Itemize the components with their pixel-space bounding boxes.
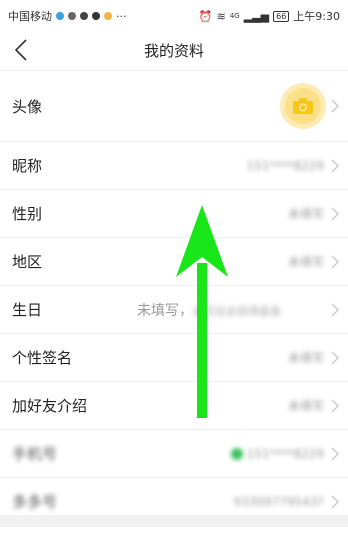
status-bar: 中国移动 ··· ⏰ ≋ 4G ▂▃▅ 66 上午9:30 bbox=[0, 0, 348, 30]
status-bar-left: 中国移动 ··· bbox=[8, 8, 127, 24]
row-label: 加好友介绍 bbox=[12, 397, 88, 415]
row-label: 性别 bbox=[12, 205, 43, 223]
duoduo-id-value: 93309779543? bbox=[233, 494, 324, 509]
carrier-label: 中国移动 bbox=[8, 10, 52, 23]
chevron-right-icon bbox=[331, 207, 339, 220]
chevron-right-icon bbox=[331, 255, 339, 268]
camera-icon bbox=[293, 98, 313, 114]
row-avatar[interactable]: 头像 bbox=[0, 71, 348, 142]
row-label: 昵称 bbox=[12, 157, 43, 175]
chevron-right-icon bbox=[331, 159, 339, 172]
row-label: 地区 bbox=[12, 253, 43, 271]
status-bar-right: ⏰ ≋ 4G ▂▃▅ 66 上午9:30 bbox=[199, 8, 340, 24]
chevron-right-icon bbox=[331, 495, 339, 508]
birthday-value-text: 未填写， bbox=[137, 302, 193, 319]
row-friend-intro[interactable]: 加好友介绍 未填写 bbox=[0, 382, 348, 430]
more-notifications-icon: ··· bbox=[116, 9, 127, 23]
chevron-right-icon bbox=[331, 351, 339, 364]
phone-number: 151****8229 bbox=[246, 446, 324, 461]
nickname-value: 151****8229 bbox=[246, 158, 324, 173]
row-nickname[interactable]: 昵称 151****8229 bbox=[0, 142, 348, 190]
chevron-right-icon bbox=[331, 399, 339, 412]
battery-icon: 66 bbox=[273, 10, 290, 22]
friend-intro-value: 未填写 bbox=[287, 399, 324, 413]
row-region[interactable]: 地区 未填写 bbox=[0, 238, 348, 286]
phone-badge-icon bbox=[230, 447, 243, 460]
signal-icon: ▂▃▅ bbox=[243, 9, 270, 23]
row-label: 个性签名 bbox=[12, 349, 73, 367]
row-phone[interactable]: 手机号 151****8229 bbox=[0, 430, 348, 478]
chevron-right-icon bbox=[331, 99, 339, 113]
region-value: 未填写 bbox=[287, 255, 324, 269]
next-section bbox=[0, 527, 348, 538]
row-signature[interactable]: 个性签名 未填写 bbox=[0, 334, 348, 382]
avatar[interactable] bbox=[280, 83, 326, 129]
key-icon bbox=[68, 12, 76, 20]
chevron-right-icon bbox=[331, 303, 339, 316]
birthday-hint: 填写后会获得星座 bbox=[193, 304, 281, 318]
alarm-icon: ⏰ bbox=[198, 9, 213, 23]
row-gender[interactable]: 性别 未填写 bbox=[0, 190, 348, 238]
header: 我的资料 bbox=[0, 30, 348, 71]
row-label: 手机号 bbox=[12, 445, 58, 463]
row-label: 生日 bbox=[12, 301, 43, 319]
row-label: 多多号 bbox=[12, 493, 58, 511]
row-label: 头像 bbox=[12, 97, 43, 116]
page-title: 我的资料 bbox=[143, 42, 204, 60]
birthday-value: 未填写，填写后会获得星座 bbox=[137, 300, 281, 320]
signature-value: 未填写 bbox=[287, 351, 324, 365]
section-divider bbox=[0, 515, 348, 527]
wifi-icon: ≋ bbox=[216, 9, 226, 23]
app-notification-icon bbox=[56, 12, 64, 20]
network-type: 4G bbox=[229, 12, 240, 20]
avatar-inner bbox=[285, 88, 321, 124]
phone-value: 151****8229 bbox=[230, 446, 324, 461]
clock: 上午9:30 bbox=[293, 10, 340, 23]
app-icon bbox=[92, 12, 100, 20]
gender-value: 未填写 bbox=[287, 207, 324, 221]
profile-list: 头像 昵称 151****8229 性别 未填写 地区 未填写 生日 未填写，填… bbox=[0, 71, 348, 526]
row-birthday[interactable]: 生日 未填写，填写后会获得星座 bbox=[0, 286, 348, 334]
pinwheel-icon bbox=[104, 12, 112, 20]
chevron-right-icon bbox=[331, 447, 339, 460]
message-icon bbox=[80, 12, 88, 20]
